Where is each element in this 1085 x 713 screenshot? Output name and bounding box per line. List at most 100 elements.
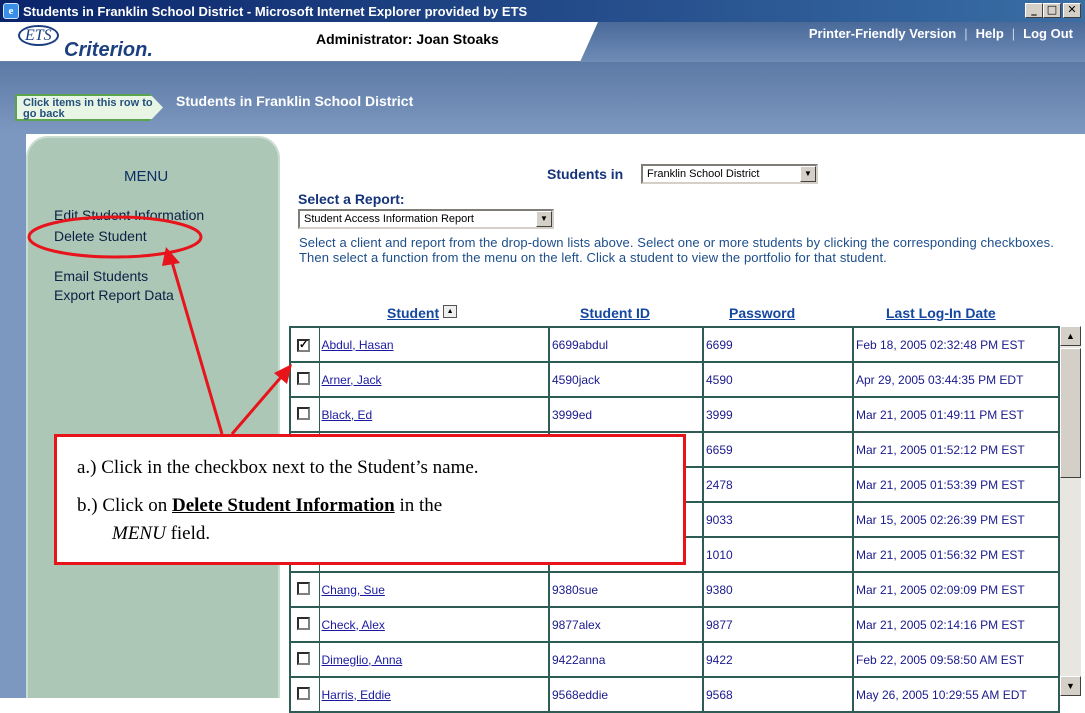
- link-separator: |: [1011, 26, 1016, 41]
- row-checkbox[interactable]: [297, 406, 310, 420]
- scroll-up-icon[interactable]: ▲: [1060, 326, 1081, 346]
- password-cell: 6699: [702, 326, 854, 363]
- last-login-cell: Mar 21, 2005 01:49:11 PM EST: [852, 396, 1060, 433]
- column-header-student-label: Student: [387, 305, 440, 321]
- password-cell: 6659: [702, 431, 854, 468]
- table-row: Black, Ed 3999ed 3999 Mar 21, 2005 01:49:11…: [289, 396, 1060, 433]
- left-gutter: [0, 134, 26, 698]
- breadcrumb-bar: [0, 62, 1085, 134]
- row-checkbox-cell: [289, 641, 320, 678]
- password-cell: 9033: [702, 501, 854, 538]
- last-login-cell: Feb 22, 2005 09:58:50 AM EST: [852, 641, 1060, 678]
- table-row: Check, Alex 9877alex 9877 Mar 21, 2005 02:1…: [289, 606, 1060, 643]
- student-name-link[interactable]: Chang, Sue: [322, 583, 385, 597]
- student-name-link[interactable]: Arner, Jack: [322, 373, 382, 387]
- callout-step-b: b.) Click on Delete Student Information …: [77, 495, 442, 517]
- password-cell: 4590: [702, 361, 854, 398]
- close-button[interactable]: ✕: [1063, 3, 1081, 18]
- link-separator: |: [964, 26, 968, 41]
- student-id-cell: 4590jack: [548, 361, 704, 398]
- student-id-cell: 6699abdul: [548, 326, 704, 363]
- last-login-cell: Mar 15, 2005 02:26:39 PM EST: [852, 501, 1060, 538]
- table-row: ✓ Abdul, Hasan 6699abdul 6699 Feb 18, 2005 0…: [289, 326, 1060, 363]
- breadcrumb[interactable]: Students in Franklin School District: [176, 93, 413, 109]
- callout-field-word: field.: [165, 523, 211, 544]
- password-cell: 9877: [702, 606, 854, 643]
- last-login-cell: Mar 21, 2005 02:09:09 PM EST: [852, 571, 1060, 608]
- menu-item-delete-student[interactable]: Delete Student: [54, 228, 147, 244]
- row-checkbox[interactable]: [297, 371, 310, 385]
- row-checkbox[interactable]: [297, 581, 310, 595]
- scroll-down-icon[interactable]: ▼: [1060, 676, 1081, 696]
- password-cell: 9380: [702, 571, 854, 608]
- student-id-cell: 9422anna: [548, 641, 704, 678]
- printer-friendly-link[interactable]: Printer-Friendly Version: [809, 26, 956, 41]
- criterion-logo[interactable]: ETS Criterion.: [18, 25, 158, 61]
- row-checkbox-cell: [289, 571, 320, 608]
- instruction-callout: a.) Click in the checkbox next to the St…: [54, 434, 686, 565]
- ie-icon: e: [3, 3, 19, 19]
- menu-item-edit-student[interactable]: Edit Student Information: [54, 207, 204, 223]
- menu-item-email-students[interactable]: Email Students: [54, 268, 148, 284]
- criterion-wordmark: Criterion.: [64, 39, 153, 61]
- student-name-link[interactable]: Abdul, Hasan: [322, 338, 394, 352]
- menu-title: MENU: [124, 168, 169, 185]
- sort-ascending-icon[interactable]: ▲: [443, 305, 458, 318]
- password-cell: 2478: [702, 466, 854, 503]
- password-cell: 9422: [702, 641, 854, 678]
- student-name-cell[interactable]: Check, Alex: [319, 606, 550, 643]
- callout-menu-word: MENU: [112, 523, 166, 544]
- column-header-student[interactable]: Student ▲: [387, 305, 458, 321]
- row-checkbox[interactable]: [297, 616, 310, 630]
- top-links-bar: Printer-Friendly Version | Help | Log Out: [580, 22, 1085, 62]
- table-row: Harris, Eddie 9568eddie 9568 May 26, 2005 1…: [289, 676, 1060, 713]
- column-header-student-id[interactable]: Student ID: [580, 305, 650, 321]
- vertical-scrollbar[interactable]: ▲ ▼: [1060, 326, 1081, 696]
- last-login-cell: May 26, 2005 10:29:55 AM EDT: [852, 676, 1060, 713]
- callout-step-b-suffix: in the: [394, 495, 443, 516]
- student-name-link[interactable]: Black, Ed: [322, 408, 373, 422]
- report-select[interactable]: Student Access Information Report ▼: [298, 209, 554, 229]
- password-cell: 9568: [702, 676, 854, 713]
- column-header-last-login[interactable]: Last Log-In Date: [886, 305, 996, 321]
- student-name-link[interactable]: Check, Alex: [322, 618, 385, 632]
- callout-step-b-continued: MENU field.: [112, 523, 210, 545]
- minimize-button[interactable]: _: [1025, 3, 1043, 18]
- student-id-cell: 9568eddie: [548, 676, 704, 713]
- student-name-cell[interactable]: Harris, Eddie: [319, 676, 550, 713]
- student-name-cell[interactable]: Dimeglio, Anna: [319, 641, 550, 678]
- scroll-thumb[interactable]: [1060, 348, 1081, 478]
- row-checkbox[interactable]: ✓: [297, 339, 310, 352]
- row-checkbox-cell: [289, 606, 320, 643]
- ets-logo-mark: ETS: [18, 25, 59, 46]
- student-name-link[interactable]: Harris, Eddie: [322, 688, 391, 702]
- window-controls: _ □ ✕: [1025, 3, 1081, 18]
- students-in-label: Students in: [547, 166, 624, 182]
- select-report-label: Select a Report:: [298, 191, 405, 207]
- student-name-link[interactable]: Dimeglio, Anna: [322, 653, 403, 667]
- student-id-cell: 3999ed: [548, 396, 704, 433]
- log-out-link[interactable]: Log Out: [1023, 26, 1073, 41]
- column-header-password[interactable]: Password: [729, 305, 795, 321]
- row-checkbox-cell: [289, 361, 320, 398]
- dropdown-arrow-icon: ▼: [800, 166, 816, 182]
- maximize-button[interactable]: □: [1043, 3, 1061, 18]
- student-id-cell: 9380sue: [548, 571, 704, 608]
- window-titlebar: e Students in Franklin School District -…: [0, 0, 1085, 22]
- student-name-cell[interactable]: Abdul, Hasan: [319, 326, 550, 363]
- help-link[interactable]: Help: [976, 26, 1004, 41]
- callout-step-b-bold: Delete Student Information: [172, 495, 395, 516]
- table-row: Arner, Jack 4590jack 4590 Apr 29, 2005 03:4…: [289, 361, 1060, 398]
- district-select[interactable]: Franklin School District ▼: [641, 164, 818, 184]
- password-cell: 3999: [702, 396, 854, 433]
- student-name-cell[interactable]: Black, Ed: [319, 396, 550, 433]
- window-title: Students in Franklin School District - M…: [23, 3, 528, 19]
- back-row-button[interactable]: Click items in this row to go back: [15, 94, 163, 121]
- callout-step-a: a.) Click in the checkbox next to the St…: [77, 457, 479, 478]
- menu-item-export-report[interactable]: Export Report Data: [54, 287, 174, 303]
- student-name-cell[interactable]: Chang, Sue: [319, 571, 550, 608]
- district-select-value: Franklin School District: [647, 168, 760, 180]
- table-row: Chang, Sue 9380sue 9380 Mar 21, 2005 02:09:…: [289, 571, 1060, 608]
- row-checkbox[interactable]: [297, 651, 310, 665]
- student-name-cell[interactable]: Arner, Jack: [319, 361, 550, 398]
